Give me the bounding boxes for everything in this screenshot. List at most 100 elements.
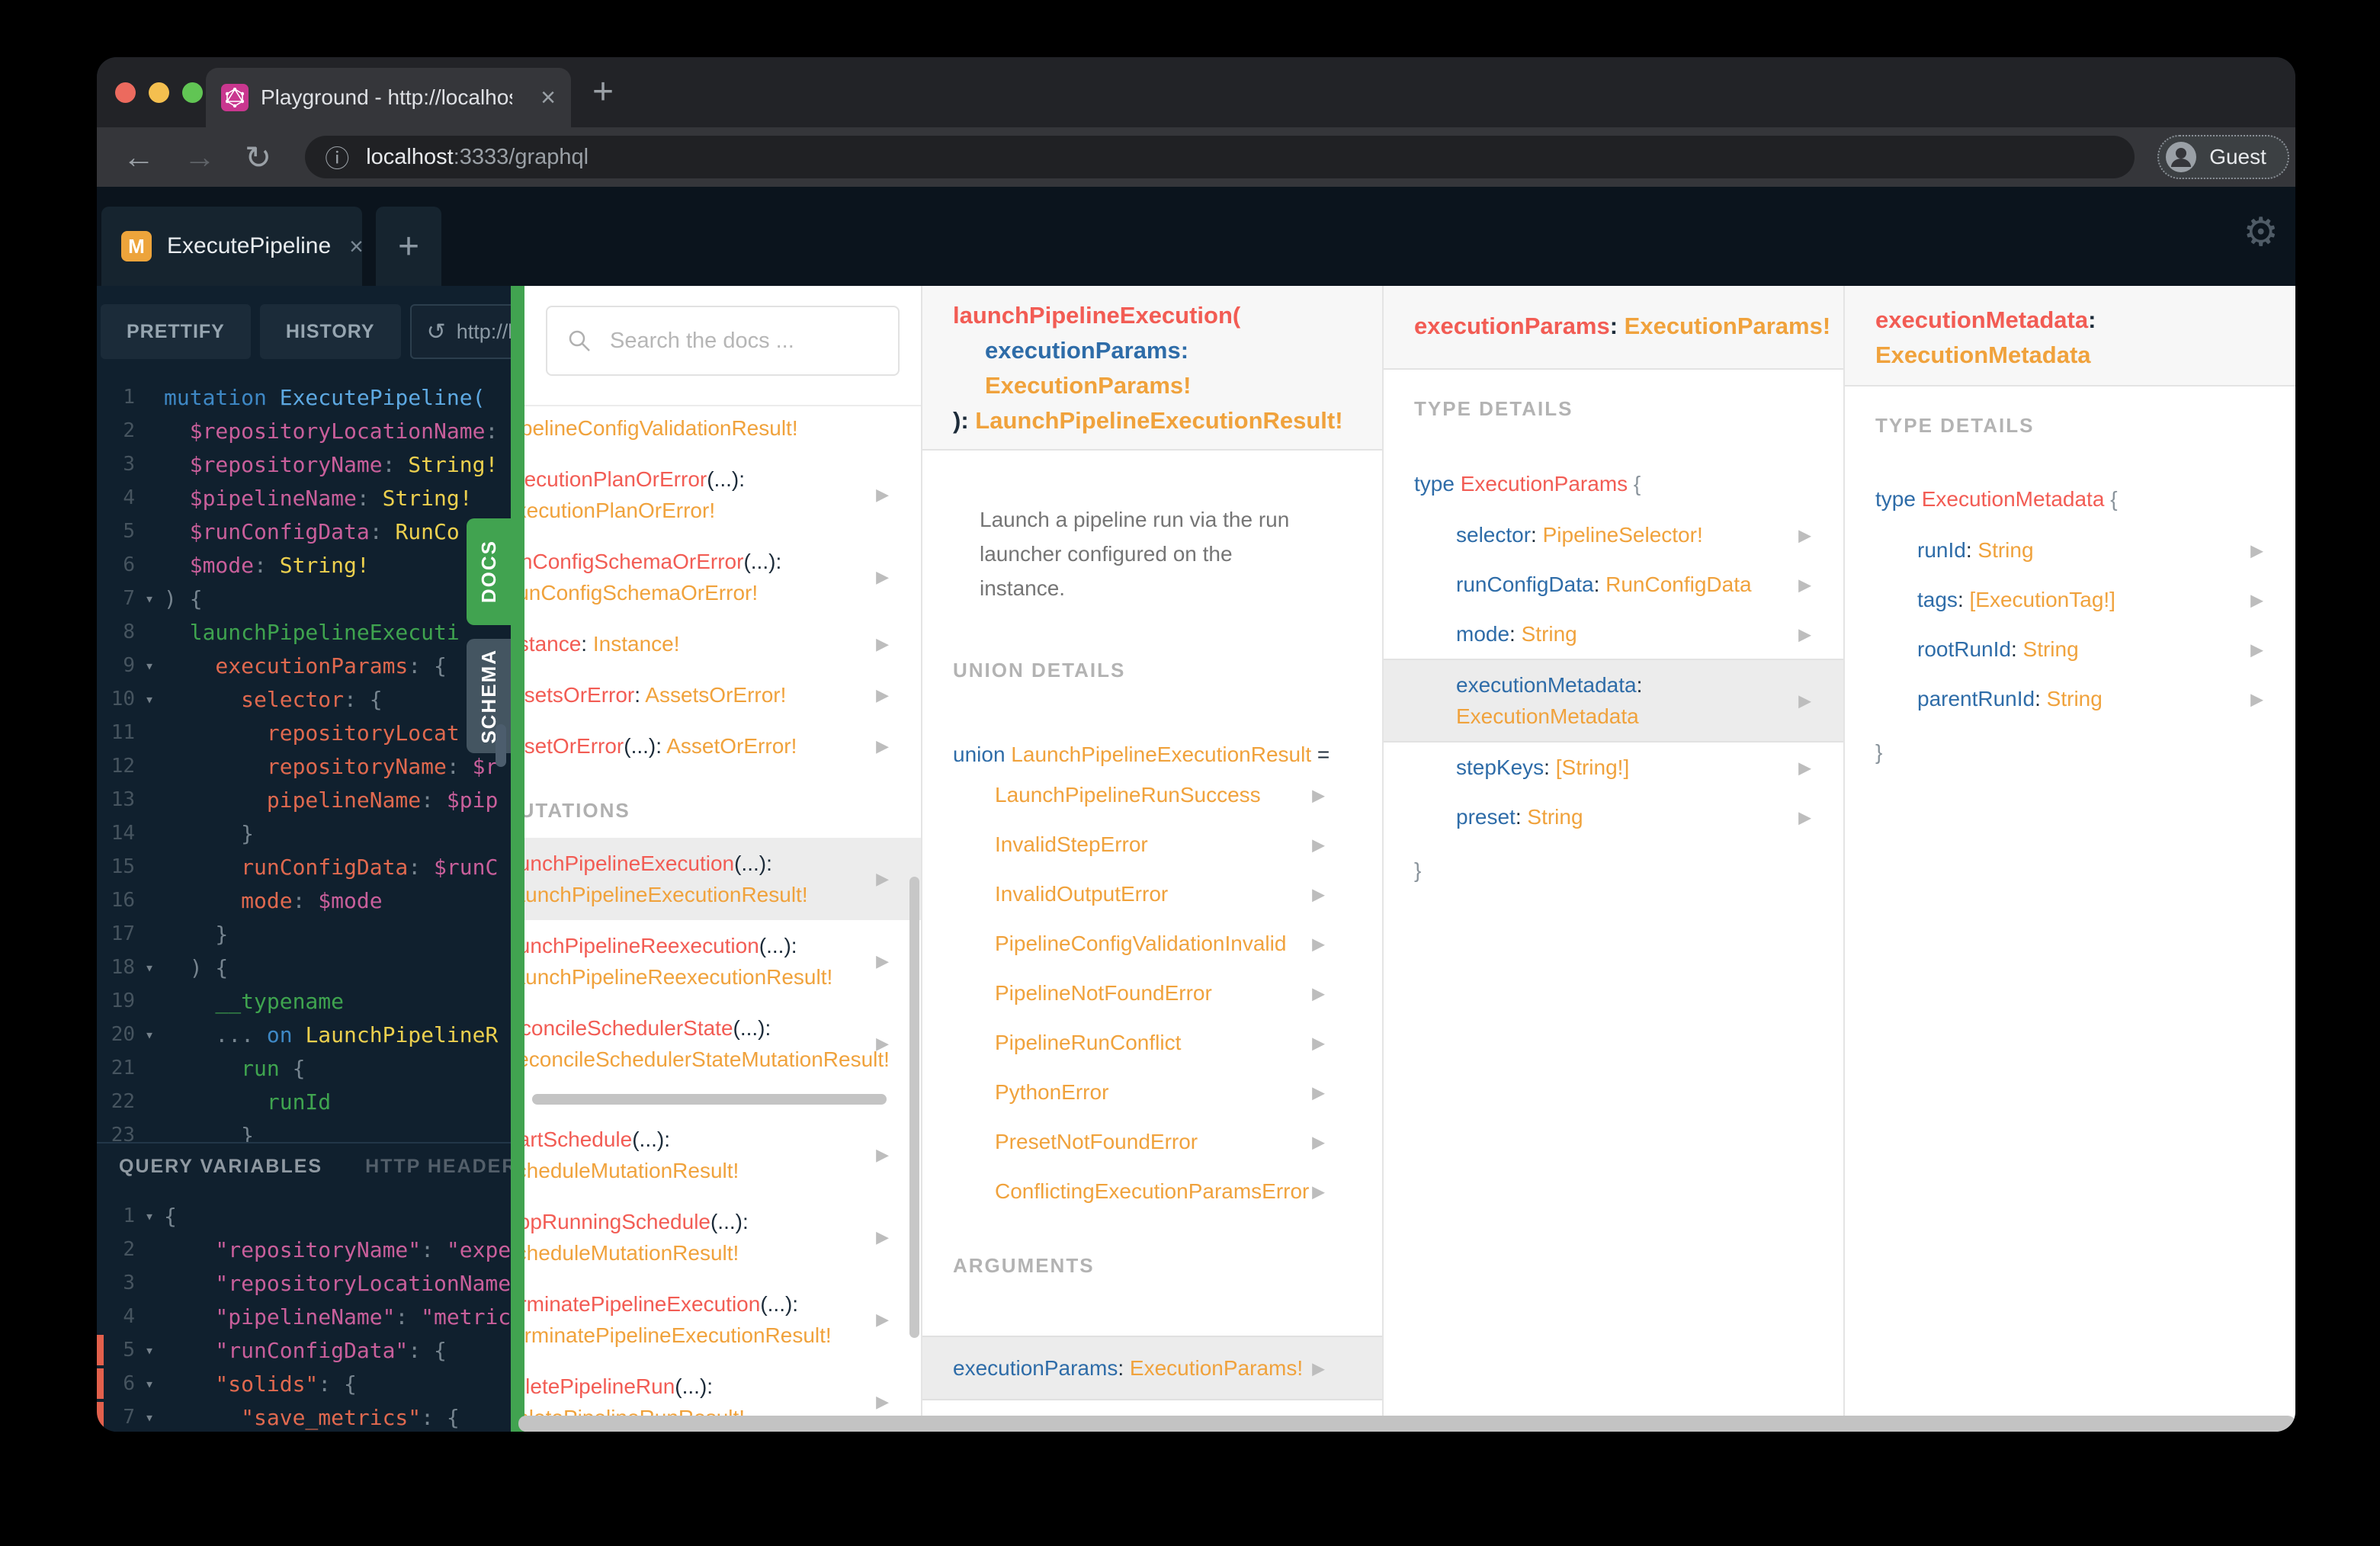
- union-member[interactable]: PipelineRunConflict ▶: [922, 1018, 1382, 1067]
- docs-list-item[interactable]: terminatePipelineExecution(...): Terminat…: [524, 1278, 921, 1361]
- fold-icon[interactable]: ▾: [135, 1025, 164, 1044]
- query-code-line[interactable]: 7 ▾) {: [97, 582, 511, 615]
- variables-code-line[interactable]: 3 "repositoryLocationName": [97, 1266, 511, 1300]
- query-code-line[interactable]: 6 $mode: String!: [97, 548, 511, 582]
- variables-code-line[interactable]: 4 "pipelineName": "metrics: [97, 1300, 511, 1333]
- docs-list-item[interactable]: instance: Instance!▶: [524, 618, 921, 669]
- docs-search-input[interactable]: Search the docs ...: [546, 306, 900, 376]
- fold-icon[interactable]: ▾: [135, 1207, 164, 1225]
- query-code-line[interactable]: 11 repositoryLocat: [97, 716, 511, 749]
- fold-icon[interactable]: ▾: [135, 589, 164, 608]
- docs-horizontal-scrollbar[interactable]: [518, 1416, 2295, 1432]
- union-member[interactable]: PipelineConfigValidationInvalid ▶: [922, 919, 1382, 968]
- endpoint-reload-icon[interactable]: ↺: [427, 319, 446, 345]
- variables-code-line[interactable]: 7 ▾ "save_metrics": {: [97, 1400, 511, 1432]
- query-code-line[interactable]: 5 $runConfigData: RunCo: [97, 515, 511, 548]
- playground-tab-close-icon[interactable]: ×: [349, 233, 364, 261]
- profile-chip[interactable]: Guest: [2157, 135, 2289, 179]
- union-member[interactable]: PresetNotFoundError ▶: [922, 1117, 1382, 1166]
- variables-code-line[interactable]: 1 ▾{: [97, 1199, 511, 1233]
- metadata-field-row[interactable]: tags: [ExecutionTag!] ▶: [1845, 575, 2295, 624]
- docs-list-item[interactable]: reconcileSchedulerState(...): ReconcileSc…: [524, 1002, 921, 1085]
- query-code-line[interactable]: 18 ▾ ) {: [97, 951, 511, 984]
- close-window-button[interactable]: [115, 82, 136, 103]
- endpoint-input[interactable]: ↺ http://loc: [409, 304, 511, 359]
- fold-icon[interactable]: ▾: [135, 1341, 164, 1359]
- docs-column-scrollbar-thumb[interactable]: [909, 877, 919, 1338]
- type-field-row[interactable]: stepKeys: [String!] ▶: [1384, 743, 1843, 792]
- query-editor[interactable]: 1 mutation ExecutePipeline(2 $repositoryL…: [97, 377, 511, 1143]
- docs-list-item[interactable]: stopRunningSchedule(...): ScheduleMutatio…: [524, 1196, 921, 1278]
- query-code-line[interactable]: 10 ▾ selector: {: [97, 682, 511, 716]
- variables-code-line[interactable]: 2 "repositoryName": "exper: [97, 1233, 511, 1266]
- query-code-line[interactable]: 4 $pipelineName: String!: [97, 481, 511, 515]
- type-field-row[interactable]: runConfigData: RunConfigData ▶: [1384, 560, 1843, 609]
- union-member[interactable]: InvalidStepError ▶: [922, 820, 1382, 869]
- settings-gear-icon[interactable]: ⚙: [2243, 210, 2279, 255]
- type-field-row[interactable]: preset: String ▶: [1384, 792, 1843, 842]
- argument-row[interactable]: executionParams: ExecutionParams! ▶: [922, 1336, 1382, 1400]
- fold-icon[interactable]: ▾: [135, 1374, 164, 1393]
- query-code-line[interactable]: 23 }: [97, 1118, 511, 1143]
- query-code-line[interactable]: 21 run {: [97, 1051, 511, 1085]
- variables-editor[interactable]: 1▾{2 "repositoryName": "exper3 "reposito…: [97, 1199, 511, 1432]
- query-code-line[interactable]: 2 $repositoryLocationName:: [97, 414, 511, 447]
- type-field-row[interactable]: executionMetadata: ExecutionMetadata ▶: [1384, 659, 1843, 743]
- variables-code-line[interactable]: 5 ▾ "runConfigData": {: [97, 1333, 511, 1367]
- query-code-line[interactable]: 8 launchPipelineExecuti: [97, 615, 511, 649]
- variables-code-line[interactable]: 6 ▾ "solids": {: [97, 1367, 511, 1400]
- query-variables-tab[interactable]: QUERY VARIABLES: [119, 1156, 322, 1178]
- playground-new-tab-button[interactable]: +: [376, 207, 441, 286]
- reload-icon[interactable]: ↻: [245, 139, 271, 176]
- union-member[interactable]: PythonError ▶: [922, 1067, 1382, 1117]
- fold-icon[interactable]: ▾: [135, 958, 164, 977]
- union-member[interactable]: PipelineNotFoundError ▶: [922, 968, 1382, 1018]
- query-code-line[interactable]: 19 __typename: [97, 984, 511, 1018]
- metadata-field-row[interactable]: runId: String ▶: [1845, 525, 2295, 575]
- query-code-line[interactable]: 13 pipelineName: $pip: [97, 783, 511, 816]
- playground-tab[interactable]: M ExecutePipeline ×: [101, 207, 364, 286]
- type-field-row[interactable]: selector: PipelineSelector! ▶: [1384, 510, 1843, 560]
- query-code-line[interactable]: 12 repositoryName: $r: [97, 749, 511, 783]
- fold-icon[interactable]: ▾: [135, 1408, 164, 1426]
- docs-list-item[interactable]: assetOrError(...): AssetOrError!▶: [524, 720, 921, 771]
- metadata-field-row[interactable]: rootRunId: String ▶: [1845, 624, 2295, 674]
- docs-panel-edge[interactable]: [511, 286, 524, 1432]
- docs-list-item[interactable]: launchPipelineExecution(...): LaunchPipel…: [524, 838, 921, 920]
- query-code-line[interactable]: 20 ▾ ... on LaunchPipelineR: [97, 1018, 511, 1051]
- history-button[interactable]: HISTORY: [259, 304, 401, 359]
- url-bar[interactable]: ⓘ localhost:3333/graphql: [305, 136, 2135, 178]
- forward-icon[interactable]: →: [184, 139, 216, 175]
- query-code-line[interactable]: 3 $repositoryName: String!: [97, 447, 511, 481]
- union-member[interactable]: InvalidOutputError ▶: [922, 869, 1382, 919]
- query-code-line[interactable]: 1 mutation ExecutePipeline(: [97, 380, 511, 414]
- docs-list-item[interactable]: PipelineConfigValidationResult!: [524, 406, 921, 454]
- new-tab-button[interactable]: +: [592, 71, 614, 113]
- query-code-line[interactable]: 15 runConfigData: $runC: [97, 850, 511, 884]
- docs-tab[interactable]: DOCS: [467, 518, 511, 625]
- type-field-row[interactable]: mode: String ▶: [1384, 609, 1843, 659]
- tab-close-icon[interactable]: ×: [540, 85, 556, 111]
- docs-list-item[interactable]: executionPlanOrError(...): ExecutionPlanO…: [524, 454, 921, 536]
- query-code-line[interactable]: 22 runId: [97, 1085, 511, 1118]
- editor-scrollbar-thumb[interactable]: [496, 724, 506, 767]
- docs-list-item[interactable]: launchPipelineReexecution(...): LaunchPip…: [524, 920, 921, 1002]
- query-code-line[interactable]: 14 }: [97, 816, 511, 850]
- query-code-line[interactable]: 9 ▾ executionParams: {: [97, 649, 511, 682]
- docs-list-item[interactable]: runConfigSchemaOrError(...): RunConfigSch…: [524, 536, 921, 618]
- query-code-line[interactable]: 17 }: [97, 917, 511, 951]
- back-icon[interactable]: ←: [123, 139, 155, 175]
- fold-icon[interactable]: ▾: [135, 690, 164, 708]
- minimize-window-button[interactable]: [149, 82, 169, 103]
- docs-list-item[interactable]: startSchedule(...): ScheduleMutationResul…: [524, 1114, 921, 1196]
- prettify-button[interactable]: PRETTIFY: [101, 304, 251, 359]
- query-code-line[interactable]: 16 mode: $mode: [97, 884, 511, 917]
- union-member[interactable]: ConflictingExecutionParamsError ▶: [922, 1166, 1382, 1216]
- fold-icon[interactable]: ▾: [135, 656, 164, 675]
- http-headers-tab[interactable]: HTTP HEADERS: [365, 1156, 511, 1178]
- metadata-field-row[interactable]: parentRunId: String ▶: [1845, 674, 2295, 723]
- docs-list-horizontal-scrollbar[interactable]: [532, 1094, 887, 1105]
- union-member[interactable]: LaunchPipelineRunSuccess ▶: [922, 770, 1382, 820]
- browser-tab[interactable]: Playground - http://localhost:3 ×: [206, 68, 571, 127]
- site-info-icon[interactable]: ⓘ: [325, 140, 349, 175]
